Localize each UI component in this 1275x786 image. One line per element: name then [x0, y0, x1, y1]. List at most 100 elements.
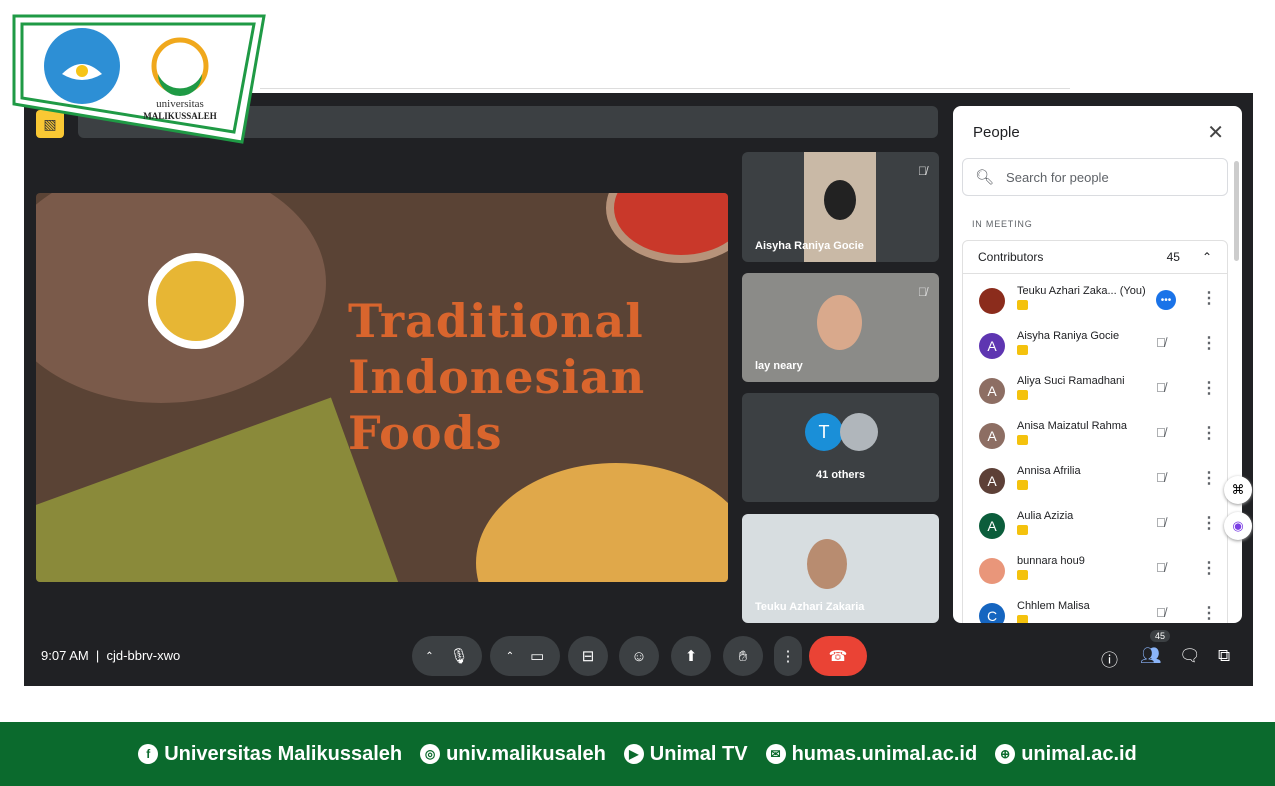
raise-hand-button[interactable]: ✋︎ [723, 636, 763, 676]
svg-text:universitas: universitas [156, 98, 204, 110]
presentation-badge-icon [1017, 480, 1028, 490]
more-vert-icon[interactable]: ⋮ [1201, 333, 1217, 353]
footer-instagram[interactable]: ◎ univ.malikusaleh [420, 743, 606, 766]
emoji-button[interactable]: ☺ [619, 636, 659, 676]
time: 9:07 AM [41, 648, 89, 663]
others-count: 41 others [816, 469, 865, 481]
mic-off-icon[interactable]: 🎙̸ [1156, 425, 1166, 440]
participant-name: Aliya Suci Ramadhani [1017, 375, 1125, 387]
leave-call-button[interactable]: ☎ [809, 636, 867, 676]
participant-row[interactable]: A Aulia Azizia 🎙̸ ⋮ [963, 510, 1229, 558]
participant-name: Aisyha Raniya Gocie [755, 240, 864, 252]
participant-row[interactable]: A Anisa Maizatul Rahma 🎙̸ ⋮ [963, 420, 1229, 468]
footer-youtube[interactable]: ▶ Unimal TV [623, 743, 748, 766]
participant-row[interactable]: A Aliya Suci Ramadhani 🎙̸ ⋮ [963, 375, 1229, 423]
presentation-badge-icon [1017, 345, 1028, 355]
more-vert-icon[interactable]: ⋮ [1201, 423, 1217, 443]
avatar: A [979, 468, 1005, 494]
more-vert-icon[interactable]: ⋮ [1201, 603, 1217, 623]
more-vert-icon[interactable]: ⋮ [1201, 558, 1217, 578]
slide-title-line: Traditional [348, 294, 644, 348]
presentation-badge-icon [1017, 525, 1028, 535]
assistant-icon[interactable]: ◉ [1224, 512, 1252, 540]
participant-name: Aisyha Raniya Gocie [1017, 330, 1120, 342]
footer-website[interactable]: ⊕ unimal.ac.id [995, 743, 1137, 766]
instagram-icon: ◎ [420, 744, 441, 764]
participant-tile[interactable]: 🎙̸ lay neary [742, 273, 939, 382]
contributors-group[interactable]: Contributors 45 ⌃ [962, 240, 1228, 274]
presentation-badge-icon [1017, 570, 1028, 580]
avatar: A [979, 423, 1005, 449]
more-icon: ⋮ [780, 648, 796, 665]
participant-row[interactable]: C Chhlem Malisa 🎙̸ ⋮ [963, 600, 1229, 623]
participant-name: Anisa Maizatul Rahma [1017, 420, 1128, 432]
university-logo-badge: universitas MALIKUSSALEH [12, 14, 266, 144]
others-tile[interactable]: T 41 others [742, 393, 939, 502]
more-vert-icon[interactable]: ⋮ [1201, 468, 1217, 488]
emoji-icon: ☺ [631, 647, 647, 665]
section-label: IN MEETING [972, 219, 1033, 229]
mic-off-icon[interactable]: 🎙̸ [1156, 605, 1166, 620]
people-icon[interactable]: 👥︎ [1140, 646, 1162, 666]
mic-off-icon[interactable]: 🎙̸ [1156, 560, 1166, 575]
participant-row[interactable]: A Aisyha Raniya Gocie 🎙̸ ⋮ [963, 330, 1229, 378]
participant-row[interactable]: A Annisa Afrilia 🎙̸ ⋮ [963, 465, 1229, 513]
footer-text: unimal.ac.id [1021, 742, 1137, 765]
camera-button[interactable]: ⌃ ▭ [490, 636, 560, 676]
panel-title: People [973, 124, 1020, 141]
meeting-code: cjd-bbrv-xwo [106, 648, 181, 663]
participant-row[interactable]: Teuku Azhari Zaka... (You) ••• ⋮ [963, 285, 1229, 333]
participant-name: bunnara hou9 [1017, 555, 1085, 567]
participant-name: Annisa Afrilia [1017, 465, 1081, 477]
close-icon[interactable]: ✕ [1207, 120, 1224, 145]
activities-icon[interactable]: ⧉ [1218, 646, 1230, 666]
more-vert-icon[interactable]: ⋮ [1201, 513, 1217, 533]
mic-icon: 🎙︎ [449, 648, 469, 665]
avatar: A [979, 378, 1005, 404]
avatar: A [979, 333, 1005, 359]
present-icon: ⬆ [684, 648, 698, 665]
people-panel: People ✕ 🔍︎ Search for people IN MEETING … [953, 106, 1242, 623]
participant-name: Chhlem Malisa [1017, 600, 1090, 612]
svg-text:MALIKUSSALEH: MALIKUSSALEH [143, 111, 217, 121]
participant-tile[interactable]: Teuku Azhari Zakaria [742, 514, 939, 623]
mic-off-icon: 🎙̸ [918, 164, 927, 178]
avatar [979, 558, 1005, 584]
mic-off-icon[interactable]: 🎙̸ [1156, 335, 1166, 350]
captions-button[interactable]: ⊟ [568, 636, 608, 676]
participant-name: Aulia Azizia [1017, 510, 1074, 522]
more-options-button[interactable]: ⋮ [774, 636, 802, 676]
end-call-icon: ☎ [828, 648, 848, 665]
more-vert-icon[interactable]: ⋮ [1201, 288, 1217, 308]
footer-text: univ.malikusaleh [446, 742, 606, 765]
more-activity-icon[interactable]: ••• [1156, 290, 1176, 310]
more-vert-icon[interactable]: ⋮ [1201, 378, 1217, 398]
present-button[interactable]: ⬆ [671, 636, 711, 676]
info-icon[interactable]: ⓘ [1101, 646, 1118, 671]
search-input[interactable]: 🔍︎ Search for people [962, 158, 1228, 196]
participant-name: Teuku Azhari Zaka... (You) [1017, 285, 1146, 297]
mic-off-icon[interactable]: 🎙̸ [1156, 515, 1166, 530]
avatar: C [979, 603, 1005, 623]
footer-email[interactable]: ✉ humas.unimal.ac.id [765, 742, 978, 766]
participant-tile[interactable]: 🎙̸ Aisyha Raniya Gocie [742, 152, 939, 262]
mic-off-icon: 🎙̸ [918, 285, 927, 299]
group-count: 45 [1166, 250, 1180, 264]
footer-text: humas.unimal.ac.id [791, 742, 978, 765]
camera-icon: ▭ [530, 648, 545, 665]
avatar [840, 413, 878, 451]
hand-icon: ✋︎ [738, 647, 748, 665]
participant-row[interactable]: bunnara hou9 🎙̸ ⋮ [963, 555, 1229, 603]
presentation-badge-icon [1017, 300, 1028, 310]
chat-icon[interactable]: 🗨︎ [1179, 646, 1201, 666]
captions-icon: ⊟ [581, 648, 595, 665]
chevron-up-icon: ⌃ [1201, 250, 1212, 264]
scrollbar[interactable] [1234, 161, 1239, 261]
mic-button[interactable]: ⌃ 🎙︎ [412, 636, 482, 676]
globe-icon: ⊕ [995, 744, 1016, 764]
mic-off-icon[interactable]: 🎙̸ [1156, 470, 1166, 485]
avatar [979, 288, 1005, 314]
shortcut-icon[interactable]: ⌘ [1224, 476, 1252, 504]
mic-off-icon[interactable]: 🎙̸ [1156, 380, 1166, 395]
footer-facebook[interactable]: f Universitas Malikussaleh [138, 743, 402, 766]
